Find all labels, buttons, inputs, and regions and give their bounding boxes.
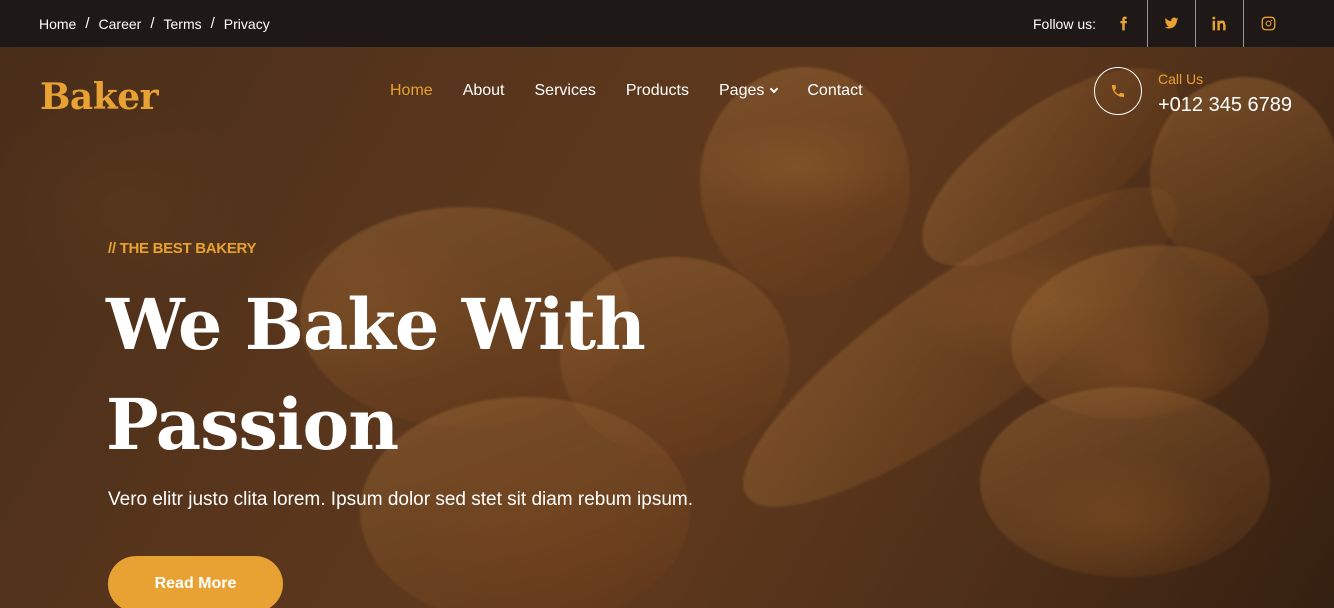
- nav-item-home[interactable]: Home: [390, 82, 433, 100]
- hero-headline-line2: Passion: [106, 383, 399, 466]
- facebook-icon: [1120, 16, 1127, 31]
- phone-number[interactable]: +012 345 6789: [1158, 94, 1292, 117]
- top-links: Home / Career / Terms / Privacy: [39, 0, 270, 47]
- top-link-terms[interactable]: Terms: [164, 16, 202, 32]
- top-link-home[interactable]: Home: [39, 16, 76, 32]
- call-us-label: Call Us: [1158, 71, 1204, 87]
- linkedin-icon: [1212, 16, 1226, 31]
- separator: /: [85, 15, 90, 32]
- call-button[interactable]: [1094, 67, 1142, 115]
- facebook-link[interactable]: [1100, 0, 1148, 47]
- hero-lead: Vero elitr justo clita lorem. Ipsum dolo…: [108, 489, 694, 510]
- read-more-button[interactable]: Read More: [108, 556, 283, 608]
- phone-icon: [1112, 85, 1124, 97]
- follow-label: Follow us:: [1033, 15, 1097, 32]
- nav-item-products[interactable]: Products: [626, 82, 689, 100]
- brand-logo[interactable]: Baker: [40, 76, 159, 118]
- separator: /: [210, 15, 215, 32]
- nav-item-pages[interactable]: Pages: [719, 82, 779, 100]
- instagram-link[interactable]: [1244, 0, 1292, 47]
- linkedin-link[interactable]: [1196, 0, 1244, 47]
- hero-headline-line1: We Bake With: [106, 283, 646, 366]
- instagram-icon: [1261, 16, 1275, 31]
- top-link-privacy[interactable]: Privacy: [224, 16, 270, 32]
- top-bar: Home / Career / Terms / Privacy Follow u…: [0, 0, 1334, 47]
- nav-item-contact[interactable]: Contact: [807, 82, 862, 100]
- nav-item-pages-label: Pages: [719, 82, 765, 99]
- social-links: [1100, 0, 1292, 47]
- nav-item-services[interactable]: Services: [535, 82, 596, 100]
- nav-item-about[interactable]: About: [463, 82, 505, 100]
- chevron-down-icon: [770, 84, 779, 94]
- separator: /: [150, 15, 155, 32]
- main-nav: Home About Services Products Pages Conta…: [390, 82, 863, 100]
- twitter-link[interactable]: [1148, 0, 1196, 47]
- hero-headline: We Bake With Passion: [106, 275, 766, 475]
- hero-eyebrow: // THE BEST BAKERY: [108, 240, 257, 257]
- twitter-icon: [1164, 17, 1179, 29]
- top-link-career[interactable]: Career: [99, 16, 142, 32]
